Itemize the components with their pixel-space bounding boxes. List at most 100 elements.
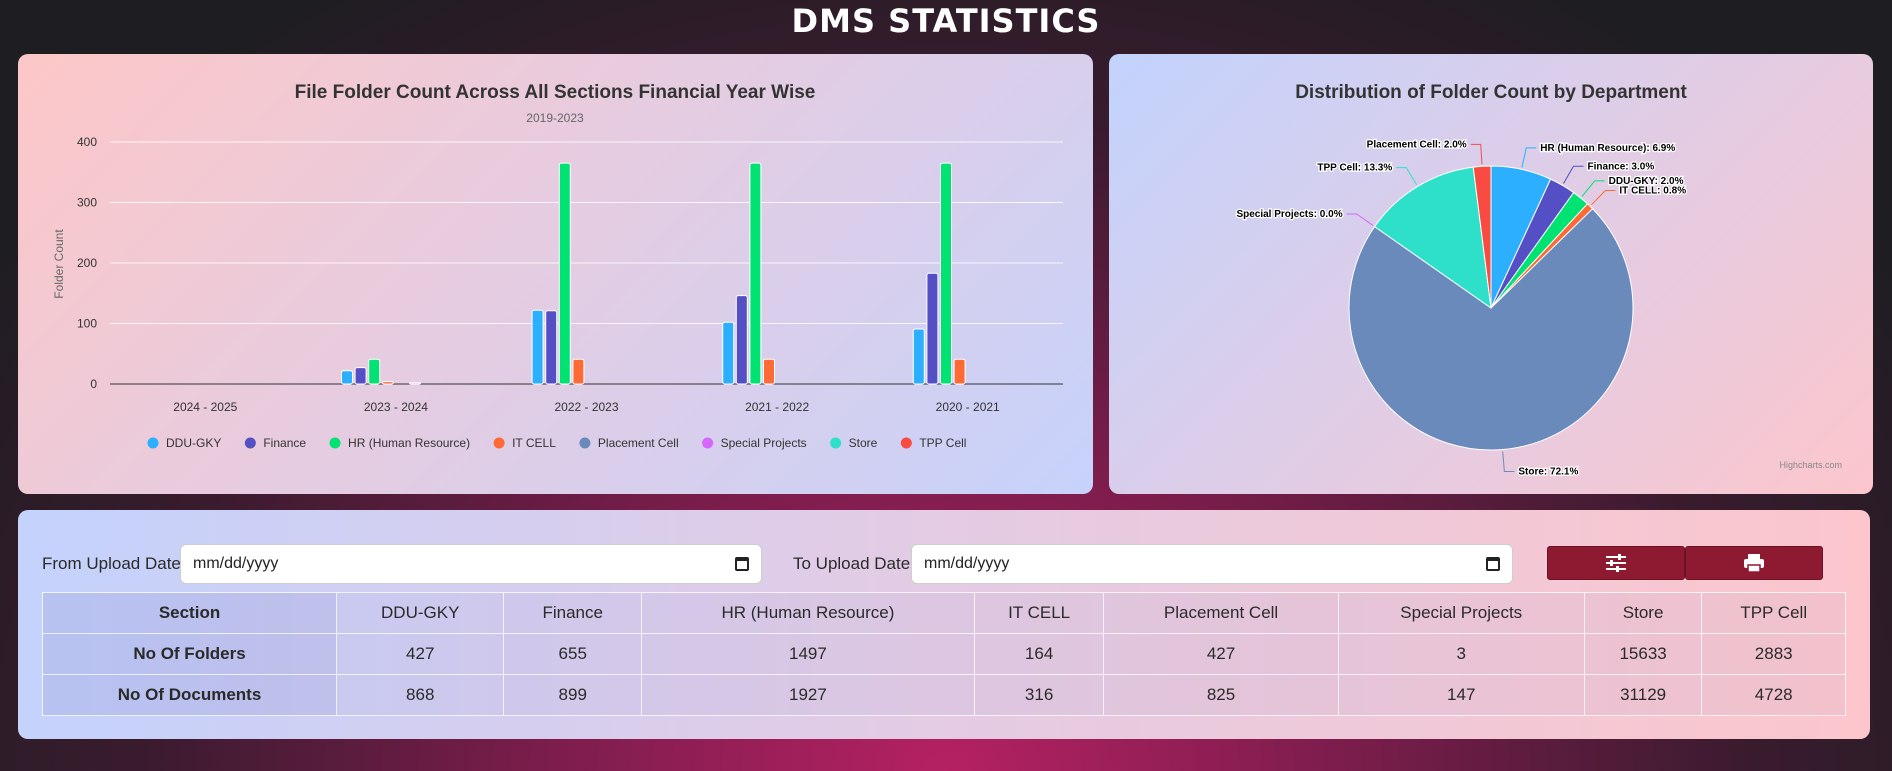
- legend-item[interactable]: Finance: [263, 436, 306, 450]
- filter-button[interactable]: [1547, 546, 1685, 580]
- bar[interactable]: [545, 310, 558, 385]
- table-header: Section: [41, 592, 338, 634]
- table-cell: 15633: [1583, 633, 1703, 675]
- bar[interactable]: [722, 321, 735, 385]
- bar[interactable]: [368, 358, 381, 385]
- bar[interactable]: [940, 162, 952, 385]
- x-tick-label: 2023 - 2024: [364, 400, 428, 414]
- y-tick-label: 0: [90, 377, 97, 391]
- bar[interactable]: [763, 358, 775, 385]
- pie-chart: Distribution of Folder Count by Departme…: [1235, 82, 1842, 479]
- legend-marker[interactable]: [147, 437, 159, 449]
- pie-data-label: TPP Cell: 13.3%: [1317, 163, 1392, 174]
- connector-line: [1563, 165, 1584, 184]
- table-cell: 164: [973, 633, 1105, 675]
- table-cell: 316: [973, 674, 1105, 716]
- table-header: Special Projects: [1337, 592, 1585, 634]
- table-header: Store: [1583, 592, 1703, 634]
- legend-item[interactable]: DDU-GKY: [166, 436, 221, 450]
- table-header: Placement Cell: [1103, 592, 1339, 634]
- to-date-input[interactable]: mm/dd/yyyy: [911, 544, 1513, 584]
- legend-item[interactable]: TPP Cell: [919, 436, 966, 450]
- from-date-input[interactable]: mm/dd/yyyy: [180, 544, 762, 584]
- table-header: IT CELL: [973, 592, 1105, 634]
- x-tick-label: 2022 - 2023: [554, 400, 618, 414]
- bar[interactable]: [912, 328, 925, 385]
- bar[interactable]: [735, 295, 748, 385]
- bar[interactable]: [558, 162, 571, 385]
- x-tick-label: 2021 - 2022: [745, 400, 809, 414]
- bar-chart-subtitle: 2019-2023: [526, 111, 584, 125]
- legend-item[interactable]: IT CELL: [512, 436, 556, 450]
- row-label: No Of Folders: [41, 633, 338, 675]
- table-header-row: Section DDU-GKY Finance HR (Human Resour…: [41, 592, 1846, 634]
- legend-item[interactable]: Placement Cell: [598, 436, 679, 450]
- table-cell: 427: [336, 633, 505, 675]
- connector-line: [1346, 213, 1374, 226]
- table-cell: 868: [336, 674, 505, 716]
- legend-marker[interactable]: [830, 437, 842, 449]
- bar-chart: File Folder Count Across All Sections Fi…: [52, 82, 1063, 450]
- connector-line: [1591, 189, 1616, 206]
- table-cell: 31129: [1583, 674, 1703, 716]
- y-tick-label: 300: [77, 196, 97, 210]
- bar[interactable]: [381, 381, 394, 385]
- sliders-icon: [1606, 554, 1626, 572]
- bar[interactable]: [354, 367, 367, 385]
- table-header: TPP Cell: [1701, 592, 1846, 634]
- bar-chart-card: File Folder Count Across All Sections Fi…: [18, 54, 1093, 494]
- table-cell: 655: [503, 633, 643, 675]
- pie-data-label: IT CELL: 0.8%: [1619, 185, 1686, 196]
- bar-chart-title: File Folder Count Across All Sections Fi…: [295, 82, 816, 103]
- pie-data-label: Finance: 3.0%: [1588, 161, 1655, 172]
- pie-data-label: Special Projects: 0.0%: [1236, 209, 1342, 220]
- table-cell: 4728: [1701, 674, 1846, 716]
- legend-item[interactable]: Store: [849, 436, 878, 450]
- table-header: DDU-GKY: [336, 592, 505, 634]
- legend-item[interactable]: HR (Human Resource): [348, 436, 470, 450]
- calendar-icon[interactable]: [1486, 557, 1500, 571]
- bar[interactable]: [926, 272, 939, 385]
- y-tick-label: 400: [77, 135, 97, 149]
- table-cell: 147: [1337, 674, 1585, 716]
- date-filter-bar: From Upload Date mm/dd/yyyy To Upload Da…: [42, 542, 1842, 586]
- table-cell: 899: [503, 674, 643, 716]
- legend-item[interactable]: Special Projects: [721, 436, 807, 450]
- x-tick-label: 2024 - 2025: [173, 400, 237, 414]
- table-header: Finance: [503, 592, 643, 634]
- pie-data-label: Placement Cell: 2.0%: [1367, 139, 1467, 150]
- y-tick-label: 100: [77, 317, 97, 331]
- bar[interactable]: [409, 382, 421, 385]
- legend-marker[interactable]: [493, 437, 505, 449]
- legend-marker[interactable]: [702, 437, 714, 449]
- print-button[interactable]: [1685, 546, 1823, 580]
- table-row: No Of Documents 868 899 1927 316 825 147…: [41, 674, 1846, 716]
- bar[interactable]: [341, 370, 353, 385]
- table-cell: 3: [1337, 633, 1585, 675]
- legend-marker[interactable]: [900, 437, 912, 449]
- to-date-label: To Upload Date: [793, 554, 911, 573]
- statistics-panel: From Upload Date mm/dd/yyyy To Upload Da…: [18, 510, 1870, 739]
- table-cell: 427: [1103, 633, 1339, 675]
- connector-line: [1470, 143, 1483, 165]
- legend-marker[interactable]: [579, 437, 591, 449]
- bar[interactable]: [953, 358, 966, 385]
- table-cell: 825: [1103, 674, 1339, 716]
- bar[interactable]: [572, 358, 585, 385]
- connector-line: [1502, 451, 1515, 472]
- x-tick-label: 2020 - 2021: [936, 400, 1000, 414]
- table-cell: 1927: [641, 674, 975, 716]
- legend-marker[interactable]: [329, 437, 341, 449]
- from-date-label: From Upload Date: [42, 554, 181, 573]
- pie-chart-card: Distribution of Folder Count by Departme…: [1109, 54, 1873, 494]
- bar[interactable]: [531, 309, 544, 385]
- legend-marker[interactable]: [244, 437, 256, 449]
- y-axis-title: Folder Count: [52, 229, 66, 299]
- table-cell: 1497: [641, 633, 975, 675]
- from-date-value: mm/dd/yyyy: [193, 555, 279, 572]
- to-date-value: mm/dd/yyyy: [924, 555, 1010, 572]
- bar[interactable]: [749, 162, 762, 385]
- calendar-icon[interactable]: [735, 557, 749, 571]
- pie-data-label: Store: 72.1%: [1518, 466, 1578, 477]
- highcharts-credit[interactable]: Highcharts.com: [1779, 460, 1842, 470]
